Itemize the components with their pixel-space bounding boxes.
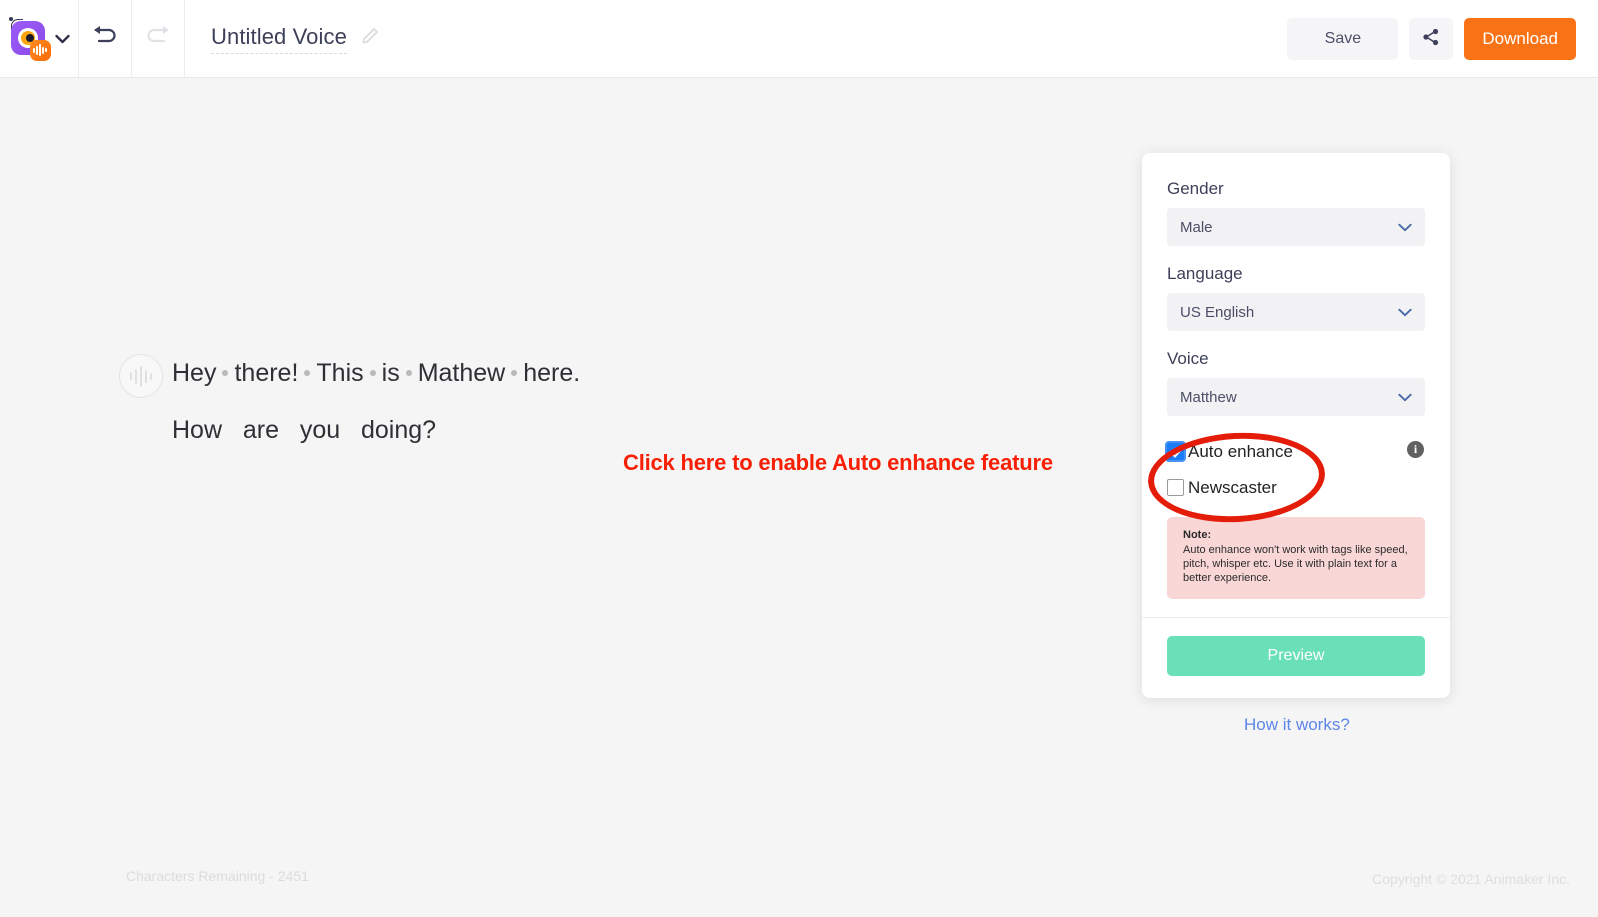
note-body: Auto enhance won't work with tags like s… xyxy=(1183,544,1408,584)
voice-label: Voice xyxy=(1167,349,1209,368)
auto-enhance-row[interactable]: Auto enhance xyxy=(1167,438,1425,465)
pencil-edit-icon[interactable] xyxy=(361,27,379,50)
language-label: Language xyxy=(1167,264,1243,283)
animaker-voice-logo-icon xyxy=(8,17,51,61)
page-title[interactable]: Untitled Voice xyxy=(211,24,347,54)
audio-waveform-icon[interactable] xyxy=(119,354,163,398)
preview-button[interactable]: Preview xyxy=(1167,636,1425,676)
script-word: there! xyxy=(234,359,299,387)
voice-options-group: Auto enhance Newscaster i xyxy=(1167,438,1425,501)
newscaster-label: Newscaster xyxy=(1188,477,1277,497)
redo-button[interactable] xyxy=(132,0,185,78)
annotation-callout-text: Click here to enable Auto enhance featur… xyxy=(623,450,1053,475)
script-line-2[interactable]: How are you doing? xyxy=(172,411,580,449)
undo-arrow-icon xyxy=(90,24,120,53)
script-text-editor[interactable]: Hey there! This is Mathew here. How are … xyxy=(172,352,580,449)
characters-remaining-label: Characters Remaining - 2451 xyxy=(126,868,309,884)
logo-menu-button[interactable] xyxy=(0,0,79,78)
script-word: Mathew xyxy=(417,359,506,387)
chevron-down-icon xyxy=(1398,308,1412,317)
word-separator-dot xyxy=(405,370,412,376)
project-title-area[interactable]: Untitled Voice xyxy=(185,24,379,54)
script-word: here. xyxy=(523,359,581,387)
download-button[interactable]: Download xyxy=(1464,17,1576,60)
word-separator-dot xyxy=(369,370,376,376)
auto-enhance-label: Auto enhance xyxy=(1188,441,1293,461)
share-nodes-icon xyxy=(1422,28,1440,49)
newscaster-checkbox[interactable] xyxy=(1167,479,1184,496)
toolbar-actions: Save Download xyxy=(1287,17,1598,60)
panel-footer: Preview xyxy=(1167,618,1425,698)
app-root: Untitled Voice Save Download Hey there! … xyxy=(0,0,1598,917)
undo-button[interactable] xyxy=(79,0,132,78)
how-it-works-link[interactable]: How it works? xyxy=(1244,715,1350,735)
gender-label: Gender xyxy=(1167,179,1224,198)
script-word: Hey xyxy=(172,359,217,387)
note-title: Note: xyxy=(1183,529,1212,541)
gender-select[interactable]: Male xyxy=(1167,208,1425,246)
language-select-value: US English xyxy=(1180,303,1255,321)
language-select[interactable]: US English xyxy=(1167,293,1425,331)
gender-select-value: Male xyxy=(1180,218,1213,236)
newscaster-row[interactable]: Newscaster xyxy=(1167,474,1425,501)
word-separator-dot xyxy=(304,370,311,376)
info-circle-icon[interactable]: i xyxy=(1407,441,1424,458)
chevron-down-icon xyxy=(1398,393,1412,402)
chevron-down-icon[interactable] xyxy=(54,34,70,44)
redo-arrow-icon xyxy=(143,24,173,53)
word-separator-dot xyxy=(511,370,518,376)
voice-settings-panel: Gender Male Language US English Voice Ma… xyxy=(1142,153,1450,698)
editor-canvas: Hey there! This is Mathew here. How are … xyxy=(0,78,1598,917)
script-word: is xyxy=(381,359,400,387)
script-block: Hey there! This is Mathew here. How are … xyxy=(119,352,580,449)
chevron-down-icon xyxy=(1398,223,1412,232)
word-separator-dot xyxy=(222,370,229,376)
script-word: This xyxy=(316,359,364,387)
script-line-1[interactable]: Hey there! This is Mathew here. xyxy=(172,354,580,392)
voice-select[interactable]: Matthew xyxy=(1167,378,1425,416)
top-toolbar: Untitled Voice Save Download xyxy=(0,0,1598,78)
save-button[interactable]: Save xyxy=(1287,17,1399,60)
auto-enhance-checkbox[interactable] xyxy=(1167,443,1184,460)
voice-select-value: Matthew xyxy=(1180,388,1237,406)
note-box: Note: Auto enhance won't work with tags … xyxy=(1167,517,1425,599)
share-button[interactable] xyxy=(1409,17,1454,60)
copyright-label: Copyright © 2021 Animaker Inc. xyxy=(1372,871,1570,887)
